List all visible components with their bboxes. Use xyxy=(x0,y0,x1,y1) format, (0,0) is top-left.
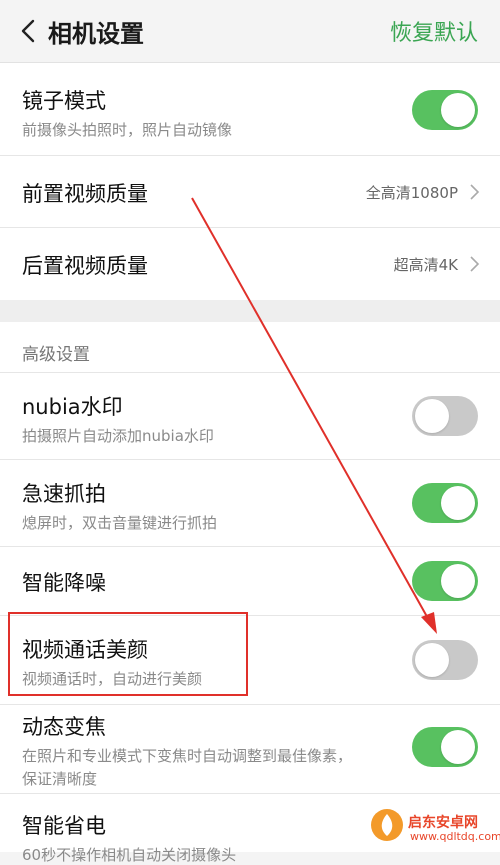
section-header-advanced: 高级设置 xyxy=(22,345,90,365)
quick-snap-title: 急速抓拍 xyxy=(22,482,106,506)
chevron-right-icon xyxy=(470,184,480,200)
noise-reduction-row[interactable]: 智能降噪 xyxy=(0,547,500,616)
toggle-knob xyxy=(441,564,475,598)
nubia-watermark-title: nubia水印 xyxy=(22,395,123,419)
dynamic-zoom-subtitle-line1: 在照片和专业模式下变焦时自动调整到最佳像素， xyxy=(22,747,353,765)
mirror-mode-row[interactable]: 镜子模式 前摄像头拍照时，照片自动镜像 xyxy=(0,63,500,156)
video-call-beauty-toggle[interactable] xyxy=(412,640,478,680)
page-title: 相机设置 xyxy=(48,20,144,48)
quick-snap-row[interactable]: 急速抓拍 熄屏时，双击音量键进行抓拍 xyxy=(0,460,500,547)
site-watermark-url: www.qdltdq.com xyxy=(410,830,500,843)
chevron-right-icon xyxy=(470,256,480,272)
mirror-mode-title: 镜子模式 xyxy=(22,89,106,113)
toggle-knob xyxy=(441,486,475,520)
toggle-knob xyxy=(415,399,449,433)
front-video-quality-row[interactable]: 前置视频质量 全高清1080P xyxy=(0,156,500,228)
rear-video-quality-value: 超高清4K xyxy=(393,256,458,274)
dynamic-zoom-row[interactable]: 动态变焦 在照片和专业模式下变焦时自动调整到最佳像素， 保证清晰度 xyxy=(0,705,500,794)
toggle-knob xyxy=(441,730,475,764)
noise-reduction-title: 智能降噪 xyxy=(22,571,106,595)
advanced-section: 高级设置 xyxy=(0,322,500,373)
mirror-mode-subtitle: 前摄像头拍照时，照片自动镜像 xyxy=(22,121,233,139)
top-bar: 相机设置 恢复默认 xyxy=(0,0,500,63)
front-video-quality-value: 全高清1080P xyxy=(365,184,458,202)
nubia-watermark-row[interactable]: nubia水印 拍摄照片自动添加nubia水印 xyxy=(0,373,500,460)
front-video-quality-title: 前置视频质量 xyxy=(22,182,148,206)
power-save-title: 智能省电 xyxy=(22,814,106,838)
video-call-beauty-row[interactable]: 视频通话美颜 视频通话时，自动进行美颜 xyxy=(0,616,500,705)
dynamic-zoom-title: 动态变焦 xyxy=(22,715,106,739)
site-logo-icon xyxy=(371,809,403,841)
toggle-knob xyxy=(441,93,475,127)
quick-snap-subtitle: 熄屏时，双击音量键进行抓拍 xyxy=(22,514,218,532)
section-divider xyxy=(0,300,500,322)
quick-snap-toggle[interactable] xyxy=(412,483,478,523)
video-call-beauty-title: 视频通话美颜 xyxy=(22,638,148,662)
dynamic-zoom-subtitle-line2: 保证清晰度 xyxy=(22,770,98,788)
nubia-watermark-toggle[interactable] xyxy=(412,396,478,436)
site-watermark-title: 启东安卓网 xyxy=(408,815,478,831)
rear-video-quality-title: 后置视频质量 xyxy=(22,254,148,278)
toggle-knob xyxy=(415,643,449,677)
back-arrow-icon[interactable] xyxy=(18,18,40,44)
dynamic-zoom-toggle[interactable] xyxy=(412,727,478,767)
nubia-watermark-subtitle: 拍摄照片自动添加nubia水印 xyxy=(22,427,214,445)
mirror-mode-toggle[interactable] xyxy=(412,90,478,130)
restore-defaults-button[interactable]: 恢复默认 xyxy=(390,15,478,47)
power-save-subtitle: 60秒不操作相机自动关闭摄像头 xyxy=(22,846,237,864)
rear-video-quality-row[interactable]: 后置视频质量 超高清4K xyxy=(0,228,500,300)
noise-reduction-toggle[interactable] xyxy=(412,561,478,601)
video-call-beauty-subtitle: 视频通话时，自动进行美颜 xyxy=(22,670,203,688)
